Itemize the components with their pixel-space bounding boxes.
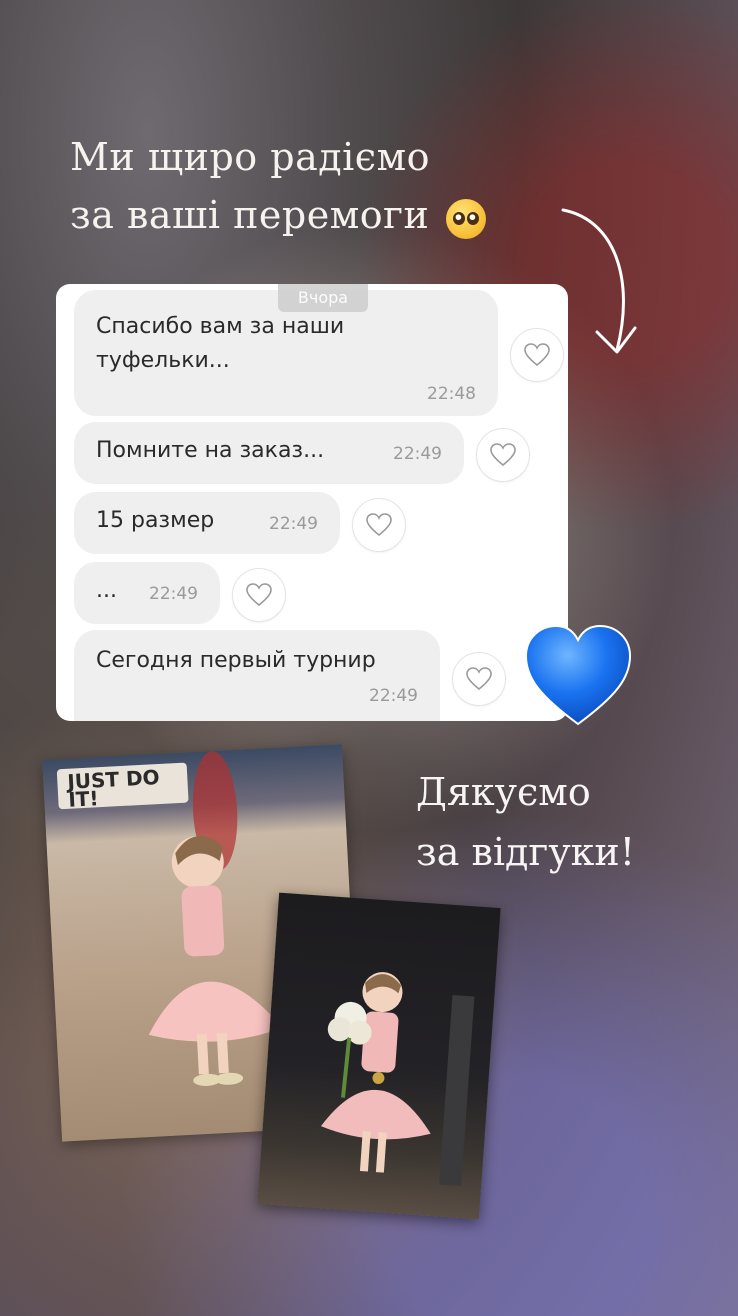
heart-outline-icon <box>524 343 550 367</box>
message-bubble[interactable]: Помните на заказ... 22:49 <box>74 422 464 484</box>
message-text: 15 размер <box>96 508 215 533</box>
heart-outline-icon <box>466 667 492 691</box>
thanks-line-1: Дякуємо <box>416 770 591 814</box>
message-text: Помните на заказ... <box>96 438 325 463</box>
headline-line-2: за ваші перемоги <box>70 186 590 244</box>
message-time: 22:49 <box>393 444 442 464</box>
like-button[interactable] <box>476 428 530 482</box>
message-text: Спасибо вам за наши туфельки... <box>96 314 345 373</box>
like-button[interactable] <box>452 652 506 706</box>
message-text: ... <box>96 578 117 603</box>
message-text: Сегодня первый турнир <box>96 648 376 673</box>
message-bubble[interactable]: ... 22:49 <box>74 562 220 624</box>
heart-outline-icon <box>490 443 516 467</box>
message-time: 22:49 <box>369 686 418 706</box>
thanks-text: Дякуємо за відгуки! <box>416 762 716 882</box>
story-headline: Ми щиро радіємо за ваші перемоги <box>70 128 590 244</box>
message-bubble[interactable]: Сегодня первый турнир 22:49 <box>74 630 440 721</box>
thanks-line-2: за відгуки! <box>416 830 636 874</box>
like-button[interactable] <box>352 498 406 552</box>
heart-outline-icon <box>366 513 392 537</box>
message-bubble[interactable]: 15 размер 22:49 <box>74 492 340 554</box>
pleading-face-icon <box>445 198 486 239</box>
message-time: 22:48 <box>427 384 476 404</box>
message-time: 22:49 <box>149 584 198 604</box>
curved-arrow-icon <box>561 208 637 354</box>
winner-figure <box>320 972 475 1187</box>
heart-outline-icon <box>246 583 272 607</box>
day-separator: Вчора <box>278 284 368 312</box>
headline-line-1: Ми щиро радіємо <box>70 135 431 179</box>
like-button[interactable] <box>510 328 564 382</box>
photo-girl-with-flowers <box>257 892 501 1220</box>
like-button[interactable] <box>232 568 286 622</box>
chat-screenshot: Спасибо вам за наши туфельки... 22:48 По… <box>56 284 568 721</box>
message-time: 22:49 <box>269 514 318 534</box>
blue-heart-icon <box>524 624 632 726</box>
